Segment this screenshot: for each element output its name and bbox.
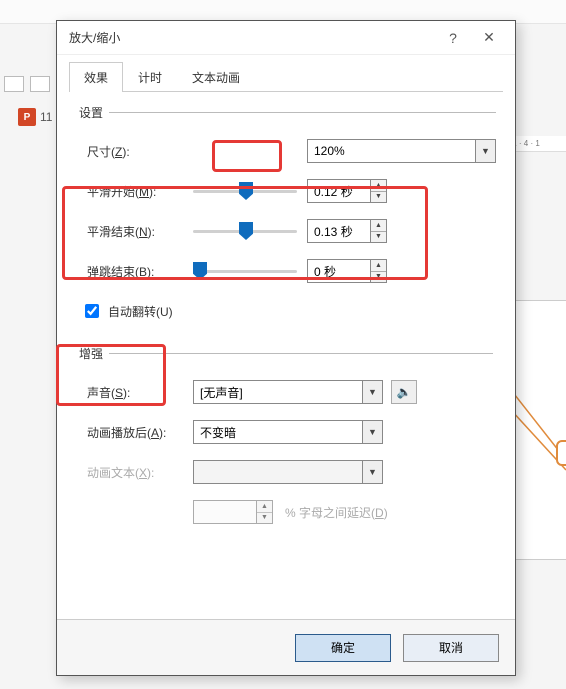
spin-down-icon[interactable]: ▼ (371, 192, 386, 203)
bg-quickaccess (4, 76, 50, 92)
bounce-end-spinner[interactable]: ▲▼ (307, 259, 387, 283)
smooth-start-slider[interactable] (193, 180, 297, 202)
bg-sidebar (0, 60, 56, 680)
titlebar: 放大/缩小 ? ✕ (57, 21, 515, 55)
row-smooth-end: 平滑结束(N): ▲▼ (87, 211, 496, 251)
animtext-label: 动画文本(X): (87, 464, 193, 481)
dialog-body: 设置 尺寸(Z): ▼ 平滑开始(M): ▲▼ (57, 92, 515, 619)
smooth-start-input[interactable] (308, 180, 370, 202)
auto-reverse-label: 自动翻转(U) (108, 303, 173, 320)
smooth-end-spinner[interactable]: ▲▼ (307, 219, 387, 243)
slider-thumb[interactable] (193, 262, 207, 280)
row-size: 尺寸(Z): ▼ (87, 131, 496, 171)
sound-input[interactable] (194, 381, 362, 403)
dropdown-caret-icon: ▼ (362, 461, 382, 483)
slide-number: 11 (40, 110, 52, 124)
sound-label: 声音(S): (87, 384, 193, 401)
spin-down-icon: ▼ (257, 513, 272, 524)
size-label: 尺寸(Z): (87, 143, 193, 160)
dropdown-caret-icon[interactable]: ▼ (362, 421, 382, 443)
row-auto-reverse: 自动翻转(U) (87, 291, 496, 331)
sound-volume-button[interactable]: 🔈 (391, 380, 417, 404)
spin-up-icon[interactable]: ▲ (371, 260, 386, 272)
spin-up-icon[interactable]: ▲ (371, 180, 386, 192)
spin-down-icon[interactable]: ▼ (371, 272, 386, 283)
delay-label: % 字母之间延迟(D) (285, 504, 388, 521)
dialog-footer: 确定 取消 (57, 619, 515, 675)
slider-thumb[interactable] (239, 222, 253, 240)
smooth-start-spinner[interactable]: ▲▼ (307, 179, 387, 203)
tab-effect[interactable]: 效果 (69, 62, 123, 92)
auto-reverse-input[interactable] (85, 304, 99, 318)
spin-down-icon[interactable]: ▼ (371, 232, 386, 243)
spin-up-icon: ▲ (257, 501, 272, 513)
ok-button[interactable]: 确定 (295, 634, 391, 662)
animtext-input (194, 461, 362, 483)
size-input[interactable] (308, 140, 475, 162)
after-combo[interactable]: ▼ (193, 420, 383, 444)
powerpoint-icon: P (18, 108, 36, 126)
sound-combo[interactable]: ▼ (193, 380, 383, 404)
size-dropdown-caret[interactable]: ▼ (475, 140, 495, 162)
row-delay: ▲▼ % 字母之间延迟(D) (87, 492, 493, 532)
row-bounce-end: 弹跳结束(B): ▲▼ (87, 251, 496, 291)
group-settings: 设置 尺寸(Z): ▼ 平滑开始(M): ▲▼ (79, 104, 496, 337)
smooth-start-label: 平滑开始(M): (87, 183, 193, 200)
spin-up-icon[interactable]: ▲ (371, 220, 386, 232)
canvas-shape-label: 1 (556, 440, 566, 466)
smooth-end-input[interactable] (308, 220, 370, 242)
row-smooth-start: 平滑开始(M): ▲▼ (87, 171, 496, 211)
group-settings-legend: 设置 (79, 104, 109, 121)
row-animtext: 动画文本(X): ▼ (87, 452, 493, 492)
dialog-title: 放大/缩小 (69, 29, 435, 46)
after-input[interactable] (194, 421, 362, 443)
group-enhance-legend: 增强 (79, 345, 109, 362)
smooth-end-label: 平滑结束(N): (87, 223, 193, 240)
zoom-effect-dialog: 放大/缩小 ? ✕ 效果 计时 文本动画 设置 尺寸(Z): ▼ (56, 20, 516, 676)
bounce-end-input[interactable] (308, 260, 370, 282)
group-enhance: 增强 声音(S): ▼ 🔈 动画播放后(A): ▼ (79, 345, 493, 538)
animtext-combo: ▼ (193, 460, 383, 484)
row-after: 动画播放后(A): ▼ (87, 412, 493, 452)
tab-timing[interactable]: 计时 (123, 62, 177, 92)
tab-strip: 效果 计时 文本动画 (69, 61, 503, 92)
smooth-end-slider[interactable] (193, 220, 297, 242)
cancel-button[interactable]: 取消 (403, 634, 499, 662)
dropdown-caret-icon[interactable]: ▼ (362, 381, 382, 403)
bounce-end-slider[interactable] (193, 260, 297, 282)
tab-textanim[interactable]: 文本动画 (177, 62, 255, 92)
close-button[interactable]: ✕ (471, 23, 507, 53)
size-combo[interactable]: ▼ (307, 139, 496, 163)
bounce-end-label: 弹跳结束(B): (87, 263, 193, 280)
app-scene: P 11 1 · 0 · 1 · 1 · 1 · 4 · 1 7 1 放大/缩小… (0, 0, 566, 689)
after-label: 动画播放后(A): (87, 424, 193, 441)
help-button[interactable]: ? (435, 23, 471, 53)
delay-spinner: ▲▼ (193, 500, 273, 524)
slider-thumb[interactable] (239, 182, 253, 200)
row-sound: 声音(S): ▼ 🔈 (87, 372, 493, 412)
auto-reverse-checkbox[interactable]: 自动翻转(U) (81, 301, 173, 321)
delay-input (194, 501, 256, 523)
